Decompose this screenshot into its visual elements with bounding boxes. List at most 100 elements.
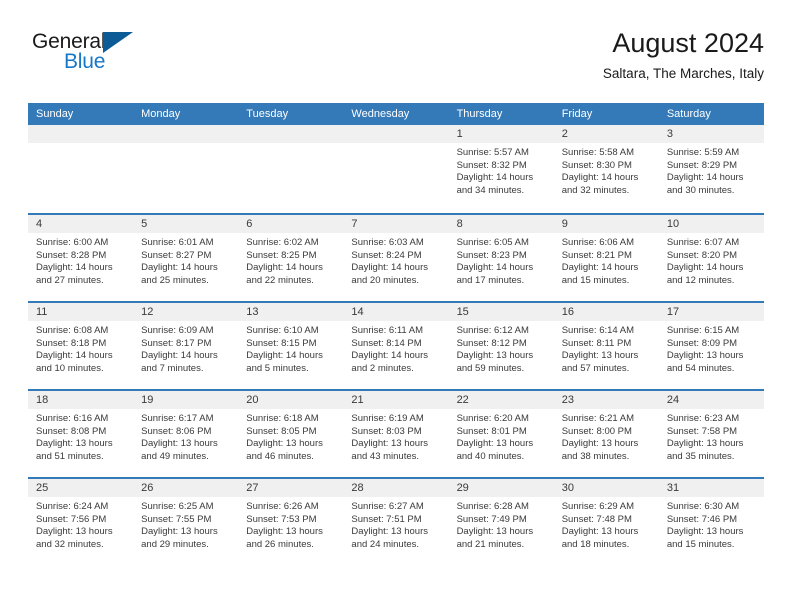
day-sun-info: Sunrise: 6:23 AM Sunset: 7:58 PM Daylight:…: [659, 409, 764, 463]
day-number: 11: [28, 303, 134, 321]
calendar-day-cell[interactable]: 11 Sunrise: 6:08 AM Sunset: 8:18 PM Dayligh…: [28, 303, 134, 389]
day-sunrise-text: Sunrise: 6:30 AM: [666, 501, 740, 512]
day-daylight-line1-text: Daylight: 14 hours: [141, 350, 218, 362]
calendar-day-cell[interactable]: 9 Sunrise: 6:06 AM Sunset: 8:21 PM Daylight…: [553, 215, 659, 301]
day-sunrise-text: Sunrise: 6:09 AM: [141, 325, 214, 336]
calendar-day-cell[interactable]: 25 Sunrise: 6:24 AM Sunset: 7:56 PM Dayligh…: [28, 479, 134, 565]
calendar-day-cell[interactable]: 23 Sunrise: 6:21 AM Sunset: 8:00 PM Dayligh…: [553, 391, 659, 477]
general-blue-logo[interactable]: General Blue: [32, 30, 262, 86]
day-daylight-line2-text: and 5 minutes.: [246, 362, 309, 374]
calendar-day-cell[interactable]: 8 Sunrise: 6:05 AM Sunset: 8:23 PM Daylight…: [448, 215, 554, 301]
day-sunset-text: Sunset: 8:00 PM: [561, 425, 632, 437]
calendar-day-cell[interactable]: 13 Sunrise: 6:10 AM Sunset: 8:15 PM Dayligh…: [238, 303, 344, 389]
day-daylight-line2-text: and 35 minutes.: [666, 450, 735, 462]
day-sunrise-text: Sunrise: 6:12 AM: [456, 325, 529, 336]
day-sun-info: Sunrise: 5:57 AM Sunset: 8:32 PM Daylight:…: [449, 143, 554, 197]
calendar-day-cell[interactable]: 10 Sunrise: 6:07 AM Sunset: 8:20 PM Dayligh…: [658, 215, 764, 301]
day-sunset-text: Sunset: 8:17 PM: [141, 337, 212, 349]
day-daylight-line1-text: Daylight: 14 hours: [351, 262, 428, 274]
day-daylight-line2-text: and 2 minutes.: [351, 362, 414, 374]
day-sunset-text: Sunset: 8:32 PM: [456, 159, 527, 171]
day-sunrise-text: Sunrise: 6:00 AM: [36, 237, 109, 248]
day-daylight-line1-text: Daylight: 13 hours: [666, 526, 744, 538]
day-sun-info: Sunrise: 5:59 AM Sunset: 8:29 PM Daylight:…: [659, 143, 764, 197]
day-sunset-text: Sunset: 8:14 PM: [351, 337, 422, 349]
day-number: [343, 125, 449, 143]
day-number: 26: [133, 479, 239, 497]
calendar-day-cell[interactable]: 7 Sunrise: 6:03 AM Sunset: 8:24 PM Daylight…: [343, 215, 449, 301]
day-daylight-line2-text: and 15 minutes.: [666, 538, 735, 550]
day-number: 27: [238, 479, 344, 497]
day-sunrise-text: Sunrise: 6:08 AM: [36, 325, 109, 336]
day-sun-info: Sunrise: 6:27 AM Sunset: 7:51 PM Daylight:…: [343, 497, 448, 551]
calendar-day-cell[interactable]: 4 Sunrise: 6:00 AM Sunset: 8:28 PM Daylight…: [28, 215, 134, 301]
weekday-header-monday: Monday: [141, 108, 181, 120]
day-daylight-line2-text: and 49 minutes.: [141, 450, 209, 462]
day-number: 28: [343, 479, 449, 497]
calendar-day-cell[interactable]: 22 Sunrise: 6:20 AM Sunset: 8:01 PM Dayligh…: [448, 391, 554, 477]
day-sunset-text: Sunset: 8:03 PM: [351, 425, 422, 437]
calendar-day-cell[interactable]: 19 Sunrise: 6:17 AM Sunset: 8:06 PM Dayligh…: [133, 391, 239, 477]
calendar-day-cell[interactable]: 6 Sunrise: 6:02 AM Sunset: 8:25 PM Daylight…: [238, 215, 344, 301]
day-sunrise-text: Sunrise: 6:03 AM: [351, 237, 424, 248]
day-daylight-line1-text: Daylight: 13 hours: [561, 438, 639, 450]
day-sunset-text: Sunset: 8:05 PM: [246, 425, 317, 437]
day-daylight-line2-text: and 27 minutes.: [36, 274, 104, 286]
calendar-day-cell[interactable]: 29 Sunrise: 6:28 AM Sunset: 7:49 PM Dayligh…: [448, 479, 554, 565]
day-sunrise-text: Sunrise: 6:01 AM: [141, 237, 214, 248]
calendar-day-cell[interactable]: 24 Sunrise: 6:23 AM Sunset: 7:58 PM Dayligh…: [658, 391, 764, 477]
day-sun-info: Sunrise: 6:19 AM Sunset: 8:03 PM Daylight:…: [343, 409, 448, 463]
day-sun-info: Sunrise: 6:29 AM Sunset: 7:48 PM Daylight:…: [554, 497, 659, 551]
day-sunset-text: Sunset: 8:20 PM: [666, 249, 738, 261]
calendar-day-cell[interactable]: 27 Sunrise: 6:26 AM Sunset: 7:53 PM Dayligh…: [238, 479, 344, 565]
day-number: 15: [448, 303, 554, 321]
calendar-day-cell[interactable]: 15 Sunrise: 6:12 AM Sunset: 8:12 PM Dayligh…: [448, 303, 554, 389]
calendar-day-cell[interactable]: 5 Sunrise: 6:01 AM Sunset: 8:27 PM Daylight…: [133, 215, 239, 301]
day-daylight-line1-text: Daylight: 13 hours: [456, 526, 534, 538]
calendar-day-cell[interactable]: 31 Sunrise: 6:30 AM Sunset: 7:46 PM Dayligh…: [658, 479, 764, 565]
day-daylight-line2-text: and 57 minutes.: [561, 362, 630, 374]
day-daylight-line2-text: and 21 minutes.: [456, 538, 525, 550]
day-sunrise-text: Sunrise: 6:14 AM: [561, 325, 635, 336]
page-header: General Blue August 2024 Saltara, The Ma…: [28, 26, 764, 96]
calendar-day-cell[interactable]: 1 Sunrise: 5:57 AM Sunset: 8:32 PM Daylight…: [448, 125, 554, 213]
day-sunset-text: Sunset: 7:48 PM: [561, 513, 632, 525]
day-daylight-line1-text: Daylight: 14 hours: [456, 262, 534, 274]
day-daylight-line2-text: and 32 minutes.: [561, 184, 630, 196]
calendar-day-cell[interactable]: 12 Sunrise: 6:09 AM Sunset: 8:17 PM Dayligh…: [133, 303, 239, 389]
day-sunrise-text: Sunrise: 6:10 AM: [246, 325, 319, 336]
day-daylight-line2-text: and 43 minutes.: [351, 450, 420, 462]
day-sun-info: Sunrise: 6:14 AM Sunset: 8:11 PM Daylight:…: [554, 321, 659, 375]
day-number: 29: [448, 479, 554, 497]
day-daylight-line1-text: Daylight: 14 hours: [36, 350, 113, 362]
day-sun-info: Sunrise: 6:30 AM Sunset: 7:46 PM Daylight:…: [659, 497, 764, 551]
day-sun-info: Sunrise: 6:00 AM Sunset: 8:28 PM Daylight:…: [28, 233, 133, 287]
day-sunset-text: Sunset: 8:12 PM: [456, 337, 527, 349]
calendar-day-cell[interactable]: 26 Sunrise: 6:25 AM Sunset: 7:55 PM Dayligh…: [133, 479, 239, 565]
calendar-day-cell[interactable]: 3 Sunrise: 5:59 AM Sunset: 8:29 PM Daylight…: [658, 125, 764, 213]
day-daylight-line2-text: and 20 minutes.: [351, 274, 420, 286]
day-sun-info: Sunrise: 6:24 AM Sunset: 7:56 PM Daylight:…: [28, 497, 133, 551]
day-number: 13: [238, 303, 344, 321]
day-daylight-line2-text: and 46 minutes.: [246, 450, 314, 462]
calendar-day-cell[interactable]: 18 Sunrise: 6:16 AM Sunset: 8:08 PM Dayligh…: [28, 391, 134, 477]
day-daylight-line2-text: and 7 minutes.: [141, 362, 204, 374]
day-sunrise-text: Sunrise: 6:20 AM: [456, 413, 529, 424]
day-daylight-line1-text: Daylight: 14 hours: [246, 262, 323, 274]
day-number: 10: [658, 215, 764, 233]
day-daylight-line2-text: and 17 minutes.: [456, 274, 525, 286]
calendar-day-cell[interactable]: 17 Sunrise: 6:15 AM Sunset: 8:09 PM Dayligh…: [658, 303, 764, 389]
calendar-day-cell[interactable]: 16 Sunrise: 6:14 AM Sunset: 8:11 PM Dayligh…: [553, 303, 659, 389]
day-number: 1: [448, 125, 554, 143]
day-sun-info: Sunrise: 6:11 AM Sunset: 8:14 PM Daylight:…: [343, 321, 448, 375]
calendar-day-cell[interactable]: 28 Sunrise: 6:27 AM Sunset: 7:51 PM Dayligh…: [343, 479, 449, 565]
day-daylight-line1-text: Daylight: 13 hours: [351, 526, 428, 538]
calendar-day-cell[interactable]: 2 Sunrise: 5:58 AM Sunset: 8:30 PM Daylight…: [553, 125, 659, 213]
calendar-day-cell[interactable]: 21 Sunrise: 6:19 AM Sunset: 8:03 PM Dayligh…: [343, 391, 449, 477]
day-sun-info: Sunrise: 6:02 AM Sunset: 8:25 PM Daylight:…: [238, 233, 343, 287]
day-sun-info: Sunrise: 6:10 AM Sunset: 8:15 PM Daylight:…: [238, 321, 343, 375]
calendar-day-cell[interactable]: 20 Sunrise: 6:18 AM Sunset: 8:05 PM Dayligh…: [238, 391, 344, 477]
day-number: 30: [553, 479, 659, 497]
calendar-day-cell[interactable]: 30 Sunrise: 6:29 AM Sunset: 7:48 PM Dayligh…: [553, 479, 659, 565]
calendar-day-cell[interactable]: 14 Sunrise: 6:11 AM Sunset: 8:14 PM Dayligh…: [343, 303, 449, 389]
